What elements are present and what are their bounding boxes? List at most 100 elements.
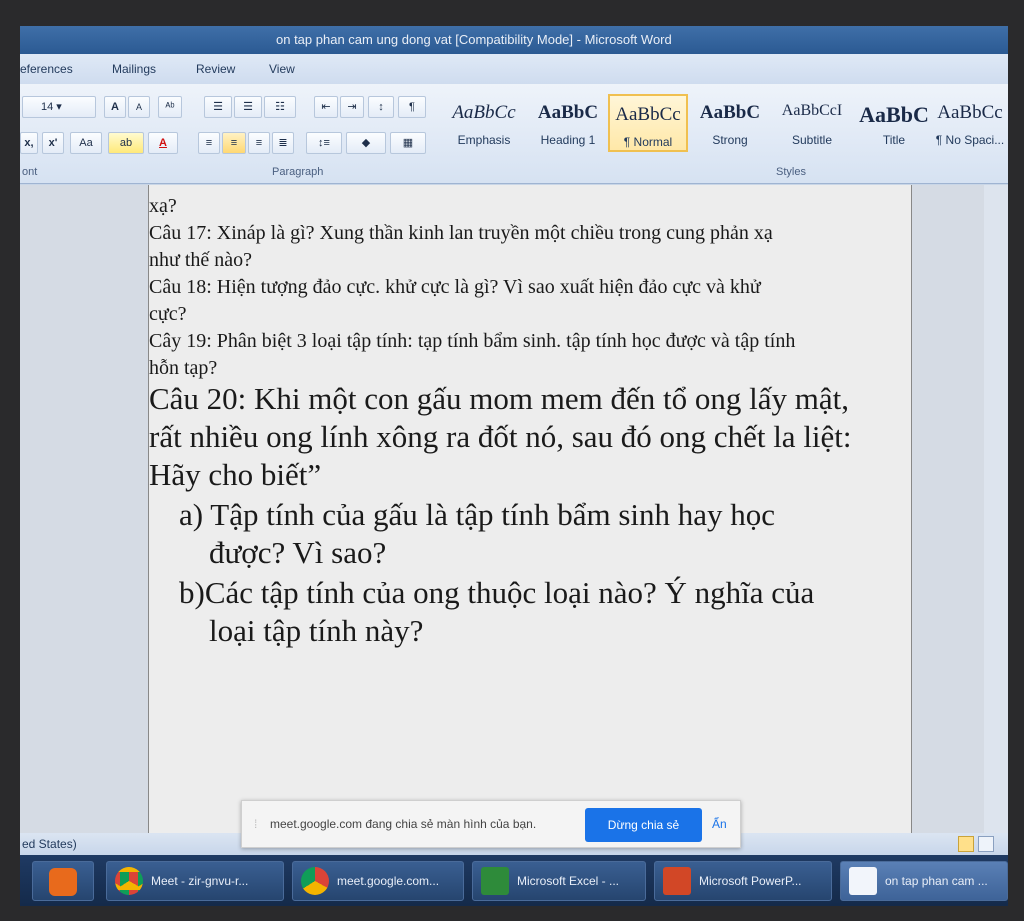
borders-icon: ▦ [402, 137, 414, 149]
multilevel-list-button[interactable]: ☷ [264, 96, 296, 118]
media-player-icon [49, 868, 77, 896]
align-center-icon: ≡ [230, 137, 238, 149]
style-name: Emphasis [457, 133, 511, 147]
font-group-label: ont [22, 166, 38, 178]
doc-line: Câu 17: Xináp là gì? Xung thần kinh lan … [149, 222, 773, 244]
style-emphasis[interactable]: AaBbCc Emphasis [444, 94, 524, 152]
tab-mailings[interactable]: Mailings [112, 62, 156, 76]
taskbar-item-excel[interactable]: Microsoft Excel - ... [472, 861, 646, 901]
taskbar-item-meet-google[interactable]: meet.google.com... [292, 861, 464, 901]
line-spacing-button[interactable]: ↕≡ [306, 132, 342, 154]
align-left-icon: ≡ [205, 137, 213, 149]
ribbon-tabs: eferences Mailings Review View [20, 54, 1008, 84]
tab-view[interactable]: View [269, 62, 295, 76]
doc-line: hỗn tạp? [149, 357, 218, 379]
taskbar-item-label: Microsoft PowerP... [699, 874, 802, 888]
style-sample: AaBbC [699, 102, 761, 123]
borders-button[interactable]: ▦ [390, 132, 426, 154]
justify-icon: ≣ [278, 137, 288, 149]
doc-line: b)Các tập tính của ong thuộc loại nào? Ý… [179, 575, 815, 610]
document-area: xạ? Câu 17: Xináp là gì? Xung thần kinh … [20, 185, 1008, 833]
tab-review[interactable]: Review [196, 62, 235, 76]
doc-line: Cây 19: Phân biệt 3 loại tập tính: tạp t… [149, 330, 796, 352]
doc-line: Câu 18: Hiện tượng đảo cực. khử cực là g… [149, 276, 761, 298]
screen: on tap phan cam ung dong vat [Compatibil… [20, 26, 1008, 906]
bullets-button[interactable]: ☰ [204, 96, 232, 118]
align-right-button[interactable]: ≡ [248, 132, 270, 154]
doc-line: Hãy cho biết” [149, 457, 322, 492]
superscript-button[interactable]: x' [42, 132, 64, 154]
clear-format-icon: ᴬᵇ [165, 101, 175, 113]
chrome-icon [301, 867, 329, 895]
style-normal[interactable]: AaBbCc ¶ Normal [608, 94, 688, 152]
line-spacing-icon: ↕≡ [318, 137, 330, 149]
styles-group-label: Styles [776, 166, 806, 178]
numbering-button[interactable]: ☰ [234, 96, 262, 118]
increase-indent-button[interactable]: ⇥ [340, 96, 364, 118]
subscript-button[interactable]: x, [20, 132, 38, 154]
word-icon [849, 867, 877, 895]
vertical-scrollbar[interactable] [984, 185, 1008, 833]
paint-bucket-icon: ◆ [361, 137, 371, 149]
full-screen-view-icon[interactable] [978, 836, 994, 852]
font-size-select[interactable]: 14 ▾ [22, 96, 96, 118]
style-strong[interactable]: AaBbC Strong [690, 94, 770, 152]
style-sample: AaBbCcI [781, 102, 843, 119]
taskbar-item-label: Microsoft Excel - ... [517, 874, 620, 888]
media-player-taskbar-item[interactable] [32, 861, 94, 901]
highlight-button[interactable]: ab [108, 132, 144, 154]
align-center-button[interactable]: ≡ [222, 132, 246, 154]
style-name: Title [882, 133, 906, 147]
highlighter-icon: ab [119, 137, 133, 149]
style-sample: AaBbCc [615, 104, 681, 125]
powerpoint-icon [663, 867, 691, 895]
style-subtitle[interactable]: AaBbCcI Subtitle [772, 94, 852, 152]
decrease-indent-button[interactable]: ⇤ [314, 96, 338, 118]
taskbar-item-label: on tap phan cam ... [885, 874, 988, 888]
style-name: ¶ No Spaci... [935, 133, 1005, 147]
style-name: Subtitle [791, 133, 833, 147]
align-left-button[interactable]: ≡ [198, 132, 220, 154]
doc-line: cực? [149, 303, 187, 325]
hide-button[interactable]: Ẩn [712, 817, 727, 831]
doc-line: rất nhiều ong lính xông ra đốt nó, sau đ… [149, 419, 852, 454]
print-layout-view-icon[interactable] [958, 836, 974, 852]
multilevel-list-icon: ☷ [275, 101, 285, 113]
title-bar: on tap phan cam ung dong vat [Compatibil… [20, 26, 1008, 54]
document-page[interactable]: xạ? Câu 17: Xináp là gì? Xung thần kinh … [148, 185, 912, 833]
language-status[interactable]: ed States) [22, 837, 77, 851]
chrome-icon [115, 867, 143, 895]
doc-line: Câu 20: Khi một con gấu mom mem đến tổ o… [149, 381, 849, 416]
window-title: on tap phan cam ung dong vat [Compatibil… [276, 32, 672, 47]
tab-references[interactable]: eferences [20, 62, 73, 76]
clear-format-button[interactable]: ᴬᵇ [158, 96, 182, 118]
taskbar-item-powerpoint[interactable]: Microsoft PowerP... [654, 861, 832, 901]
share-message: meet.google.com đang chia sẻ màn hình củ… [270, 817, 537, 831]
numbering-icon: ☰ [243, 101, 253, 113]
pilcrow-icon: ¶ [409, 101, 415, 113]
bullets-icon: ☰ [213, 101, 223, 113]
drag-handle-icon[interactable]: ⁞ [254, 817, 257, 831]
shrink-font-button[interactable]: A [128, 96, 150, 118]
grow-font-button[interactable]: A [104, 96, 126, 118]
font-size-value: 14 [41, 101, 54, 113]
font-color-button[interactable]: A [148, 132, 178, 154]
sort-button[interactable]: ↕ [368, 96, 394, 118]
paragraph-group-label: Paragraph [272, 166, 324, 178]
shading-button[interactable]: ◆ [346, 132, 386, 154]
change-case-button[interactable]: Aa [70, 132, 102, 154]
style-no-spacing[interactable]: AaBbCc ¶ No Spaci... [932, 94, 1008, 152]
taskbar-item-label: Meet - zir-gnvu-r... [151, 874, 249, 888]
style-title[interactable]: AaBbC Title [854, 94, 934, 152]
taskbar-item-word[interactable]: on tap phan cam ... [840, 861, 1008, 901]
taskbar-item-meet[interactable]: Meet - zir-gnvu-r... [106, 861, 284, 901]
style-heading-1[interactable]: AaBbC Heading 1 [528, 94, 608, 152]
style-sample: AaBbCc [452, 102, 516, 123]
style-name: Heading 1 [540, 133, 596, 147]
show-formatting-button[interactable]: ¶ [398, 96, 426, 118]
style-name: Strong [712, 133, 748, 147]
stop-sharing-button[interactable]: Dừng chia sẻ [585, 808, 702, 842]
taskbar: Meet - zir-gnvu-r... meet.google.com... … [20, 855, 1008, 906]
justify-button[interactable]: ≣ [272, 132, 294, 154]
style-sample: AaBbC [537, 102, 599, 123]
